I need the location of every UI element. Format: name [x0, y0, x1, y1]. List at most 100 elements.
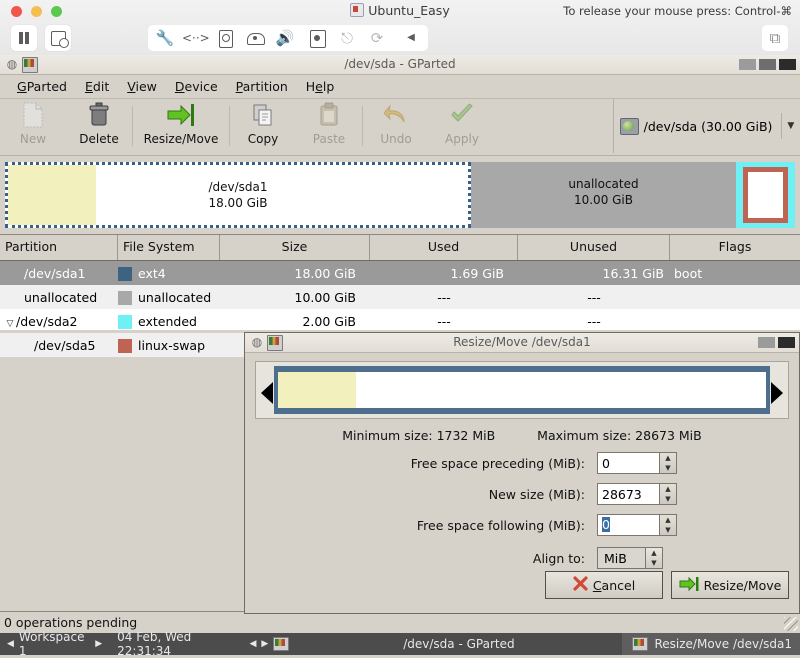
- minimum-size-label: Minimum size: 1732 MiB: [342, 428, 495, 443]
- workspace-prev-icon[interactable]: ◀: [7, 639, 14, 649]
- vm-chrome-bar: Ubuntu_Easy To release your mouse press:…: [0, 0, 800, 56]
- free-space-following-stepper[interactable]: 0 ▲▼: [597, 514, 677, 536]
- column-header-unused[interactable]: Unused: [518, 235, 670, 260]
- align-stepper-buttons[interactable]: ▲ ▼: [645, 547, 663, 569]
- menu-partition[interactable]: Partition: [227, 77, 297, 96]
- disk-graphic-extended-sda2[interactable]: [736, 162, 795, 228]
- row-expander-icon[interactable]: ▽: [4, 319, 16, 329]
- clock: 04 Feb, Wed 22:31:34: [109, 633, 249, 655]
- new-size-input[interactable]: [597, 483, 659, 505]
- cell-size: 10.00 GiB: [220, 290, 370, 305]
- usb-icon[interactable]: ⎋: [334, 25, 360, 51]
- device-selector[interactable]: /dev/sda (30.00 GiB) ▼: [613, 99, 800, 153]
- column-header-used[interactable]: Used: [370, 235, 518, 260]
- delete-partition-label: Delete: [66, 132, 132, 146]
- free-space-following-input[interactable]: 0: [602, 517, 610, 532]
- vm-title-text: Ubuntu_Easy: [368, 3, 449, 18]
- taskbar-window-resize-dialog-label: Resize/Move /dev/sda1: [654, 637, 792, 651]
- taskbar-window-resize-dialog[interactable]: Resize/Move /dev/sda1: [622, 633, 800, 655]
- disk-graphic-swap-sda5[interactable]: [743, 167, 788, 223]
- gparted-close-button[interactable]: [779, 59, 796, 70]
- resize-move-button[interactable]: Resize/Move: [133, 99, 229, 153]
- free-space-following-row: Free space following (MiB): 0 ▲▼: [255, 514, 789, 536]
- cell-filesystem: unallocated: [138, 290, 211, 305]
- column-header-flags[interactable]: Flags: [670, 235, 800, 260]
- resize-grip[interactable]: [784, 617, 798, 631]
- resize-right-handle-icon[interactable]: [771, 382, 783, 404]
- copy-icon: [230, 102, 296, 132]
- stepper-buttons[interactable]: ▲▼: [659, 514, 677, 536]
- table-row[interactable]: /dev/sda1 ext4 18.00 GiB 1.69 GiB 16.31 …: [0, 261, 800, 285]
- dialog-close-button[interactable]: [778, 337, 795, 348]
- new-size-stepper[interactable]: ▲▼: [597, 483, 677, 505]
- align-to-select[interactable]: MiB ▲ ▼: [597, 547, 663, 569]
- camera-icon[interactable]: [304, 25, 330, 51]
- stepper-up-icon[interactable]: ▲: [660, 484, 676, 494]
- workspace-switcher[interactable]: ◀ Workspace 1 ▶: [0, 633, 109, 655]
- copy-button[interactable]: Copy: [230, 99, 296, 153]
- optical-drive-icon[interactable]: [242, 25, 268, 51]
- windows-copy-icon[interactable]: ⧉: [762, 25, 788, 51]
- taskbar-window-gparted[interactable]: /dev/sda - GParted: [295, 633, 622, 655]
- sound-icon[interactable]: 🔊: [272, 25, 298, 51]
- stepper-buttons[interactable]: ▲▼: [659, 483, 677, 505]
- free-space-preceding-stepper[interactable]: ▲▼: [597, 452, 677, 474]
- network-icon[interactable]: <··>: [182, 25, 208, 51]
- settings-wrench-icon[interactable]: 🔧: [152, 25, 178, 51]
- sync-icon[interactable]: ⟳: [364, 25, 390, 51]
- paste-button[interactable]: Paste: [296, 99, 362, 153]
- device-selector-divider: [781, 113, 782, 139]
- stepper-down-icon[interactable]: ▼: [646, 558, 662, 568]
- new-partition-button[interactable]: New: [0, 99, 66, 153]
- menu-help[interactable]: Help: [297, 77, 344, 96]
- window-pager[interactable]: ◀ ▶: [249, 633, 295, 655]
- pager-next-icon[interactable]: ▶: [261, 639, 268, 649]
- partition-resize-widget[interactable]: [255, 361, 789, 419]
- dialog-maximize-button[interactable]: [758, 337, 775, 348]
- menu-gparted[interactable]: GParted: [8, 77, 76, 96]
- confirm-resize-move-button[interactable]: Resize/Move: [671, 571, 789, 599]
- disk-graphic-partition-sda1[interactable]: /dev/sda1 18.00 GiB: [5, 162, 471, 228]
- stepper-down-icon[interactable]: ▼: [660, 463, 676, 473]
- cell-used: 1.69 GiB: [370, 266, 518, 281]
- gparted-minimize-button[interactable]: [739, 59, 756, 70]
- gparted-window-title: /dev/sda - GParted: [0, 57, 800, 71]
- vm-snapshot-button[interactable]: [45, 25, 71, 51]
- menu-edit[interactable]: Edit: [76, 77, 118, 96]
- stepper-up-icon[interactable]: ▲: [660, 453, 676, 463]
- disk-graphic-unallocated[interactable]: unallocated 10.00 GiB: [471, 162, 736, 228]
- resize-move-dialog: ◍ Resize/Move /dev/sda1 Minimum size: 17…: [244, 332, 800, 614]
- stepper-down-icon[interactable]: ▼: [660, 525, 676, 535]
- chevron-down-icon[interactable]: ▼: [787, 121, 794, 131]
- table-row[interactable]: ▽/dev/sda2 extended 2.00 GiB --- ---: [0, 309, 800, 333]
- gparted-app-icon: [273, 637, 289, 651]
- undo-button[interactable]: Undo: [363, 99, 429, 153]
- vm-pause-button[interactable]: [11, 25, 37, 51]
- apply-button[interactable]: Apply: [429, 99, 495, 153]
- size-limits: Minimum size: 1732 MiB Maximum size: 286…: [255, 428, 789, 443]
- vm-titlebar: Ubuntu_Easy To release your mouse press:…: [0, 0, 800, 22]
- vm-release-hint: To release your mouse press: Control-⌘: [563, 4, 792, 18]
- table-row[interactable]: unallocated unallocated 10.00 GiB --- --…: [0, 285, 800, 309]
- menubar: GParted Edit View Device Partition Help: [0, 75, 800, 99]
- collapse-arrow-icon[interactable]: ◀: [398, 25, 424, 51]
- menu-device[interactable]: Device: [166, 77, 227, 96]
- cell-partition: /dev/sda1: [0, 266, 118, 281]
- workspace-next-icon[interactable]: ▶: [95, 639, 102, 649]
- stepper-buttons[interactable]: ▲▼: [659, 452, 677, 474]
- pager-prev-icon[interactable]: ◀: [249, 639, 256, 649]
- stepper-up-icon[interactable]: ▲: [646, 548, 662, 558]
- column-header-filesystem[interactable]: File System: [118, 235, 220, 260]
- stepper-down-icon[interactable]: ▼: [660, 494, 676, 504]
- cell-partition: /dev/sda2: [16, 314, 78, 329]
- column-header-partition[interactable]: Partition: [0, 235, 118, 260]
- gparted-maximize-button[interactable]: [759, 59, 776, 70]
- menu-view[interactable]: View: [118, 77, 166, 96]
- column-header-size[interactable]: Size: [220, 235, 370, 260]
- cancel-button[interactable]: Cancel: [545, 571, 663, 599]
- delete-partition-button[interactable]: Delete: [66, 99, 132, 153]
- stepper-up-icon[interactable]: ▲: [660, 515, 676, 525]
- harddisk-icon[interactable]: [212, 25, 238, 51]
- free-space-preceding-input[interactable]: [597, 452, 659, 474]
- resize-left-handle-icon[interactable]: [261, 382, 273, 404]
